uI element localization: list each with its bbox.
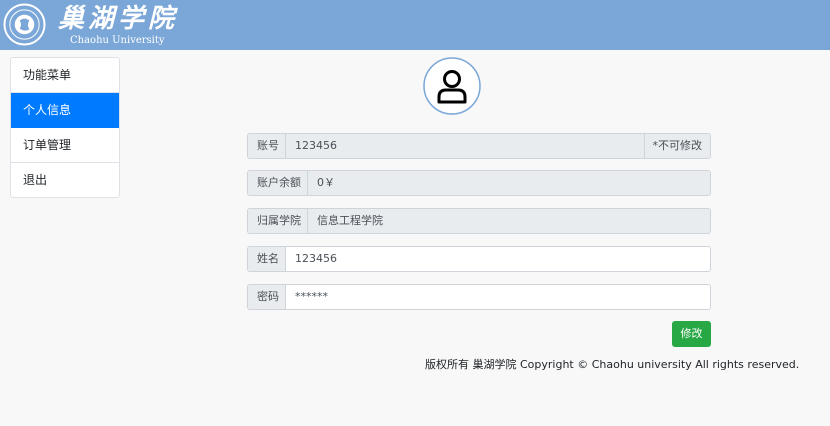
balance-field: 账户余额 0￥ bbox=[247, 170, 711, 196]
account-field: 账号 123456 *不可修改 bbox=[247, 133, 711, 159]
sidebar-menu: 功能菜单 个人信息 订单管理 退出 bbox=[10, 57, 120, 198]
password-label: 密码 bbox=[248, 285, 286, 309]
university-seal-icon bbox=[3, 3, 46, 46]
account-not-editable-note: *不可修改 bbox=[643, 134, 710, 158]
user-avatar-icon bbox=[423, 57, 481, 115]
name-input[interactable] bbox=[286, 247, 710, 271]
sidebar-item-personal-info[interactable]: 个人信息 bbox=[11, 93, 119, 128]
name-field: 姓名 bbox=[247, 246, 711, 272]
footer-copyright: 版权所有 巢湖学院 Copyright © Chaohu university … bbox=[425, 358, 800, 371]
brand-name-cn: 巢湖学院 bbox=[58, 4, 179, 34]
sidebar-item-logout[interactable]: 退出 bbox=[11, 163, 119, 197]
name-label: 姓名 bbox=[248, 247, 286, 271]
sidebar-menu-title: 功能菜单 bbox=[11, 58, 119, 93]
college-value: 信息工程学院 bbox=[308, 209, 710, 233]
balance-value: 0￥ bbox=[308, 171, 710, 195]
password-input[interactable] bbox=[286, 285, 710, 309]
account-label: 账号 bbox=[248, 134, 286, 158]
password-field: 密码 bbox=[247, 284, 711, 310]
brand-name-en: Chaohu University bbox=[70, 35, 165, 46]
save-button[interactable]: 修改 bbox=[672, 321, 711, 347]
account-value: 123456 bbox=[286, 134, 644, 158]
balance-label: 账户余额 bbox=[248, 171, 308, 195]
site-header: 巢湖学院 Chaohu University bbox=[0, 0, 830, 50]
sidebar-item-orders[interactable]: 订单管理 bbox=[11, 128, 119, 163]
college-label: 归属学院 bbox=[248, 209, 308, 233]
college-field: 归属学院 信息工程学院 bbox=[247, 208, 711, 234]
